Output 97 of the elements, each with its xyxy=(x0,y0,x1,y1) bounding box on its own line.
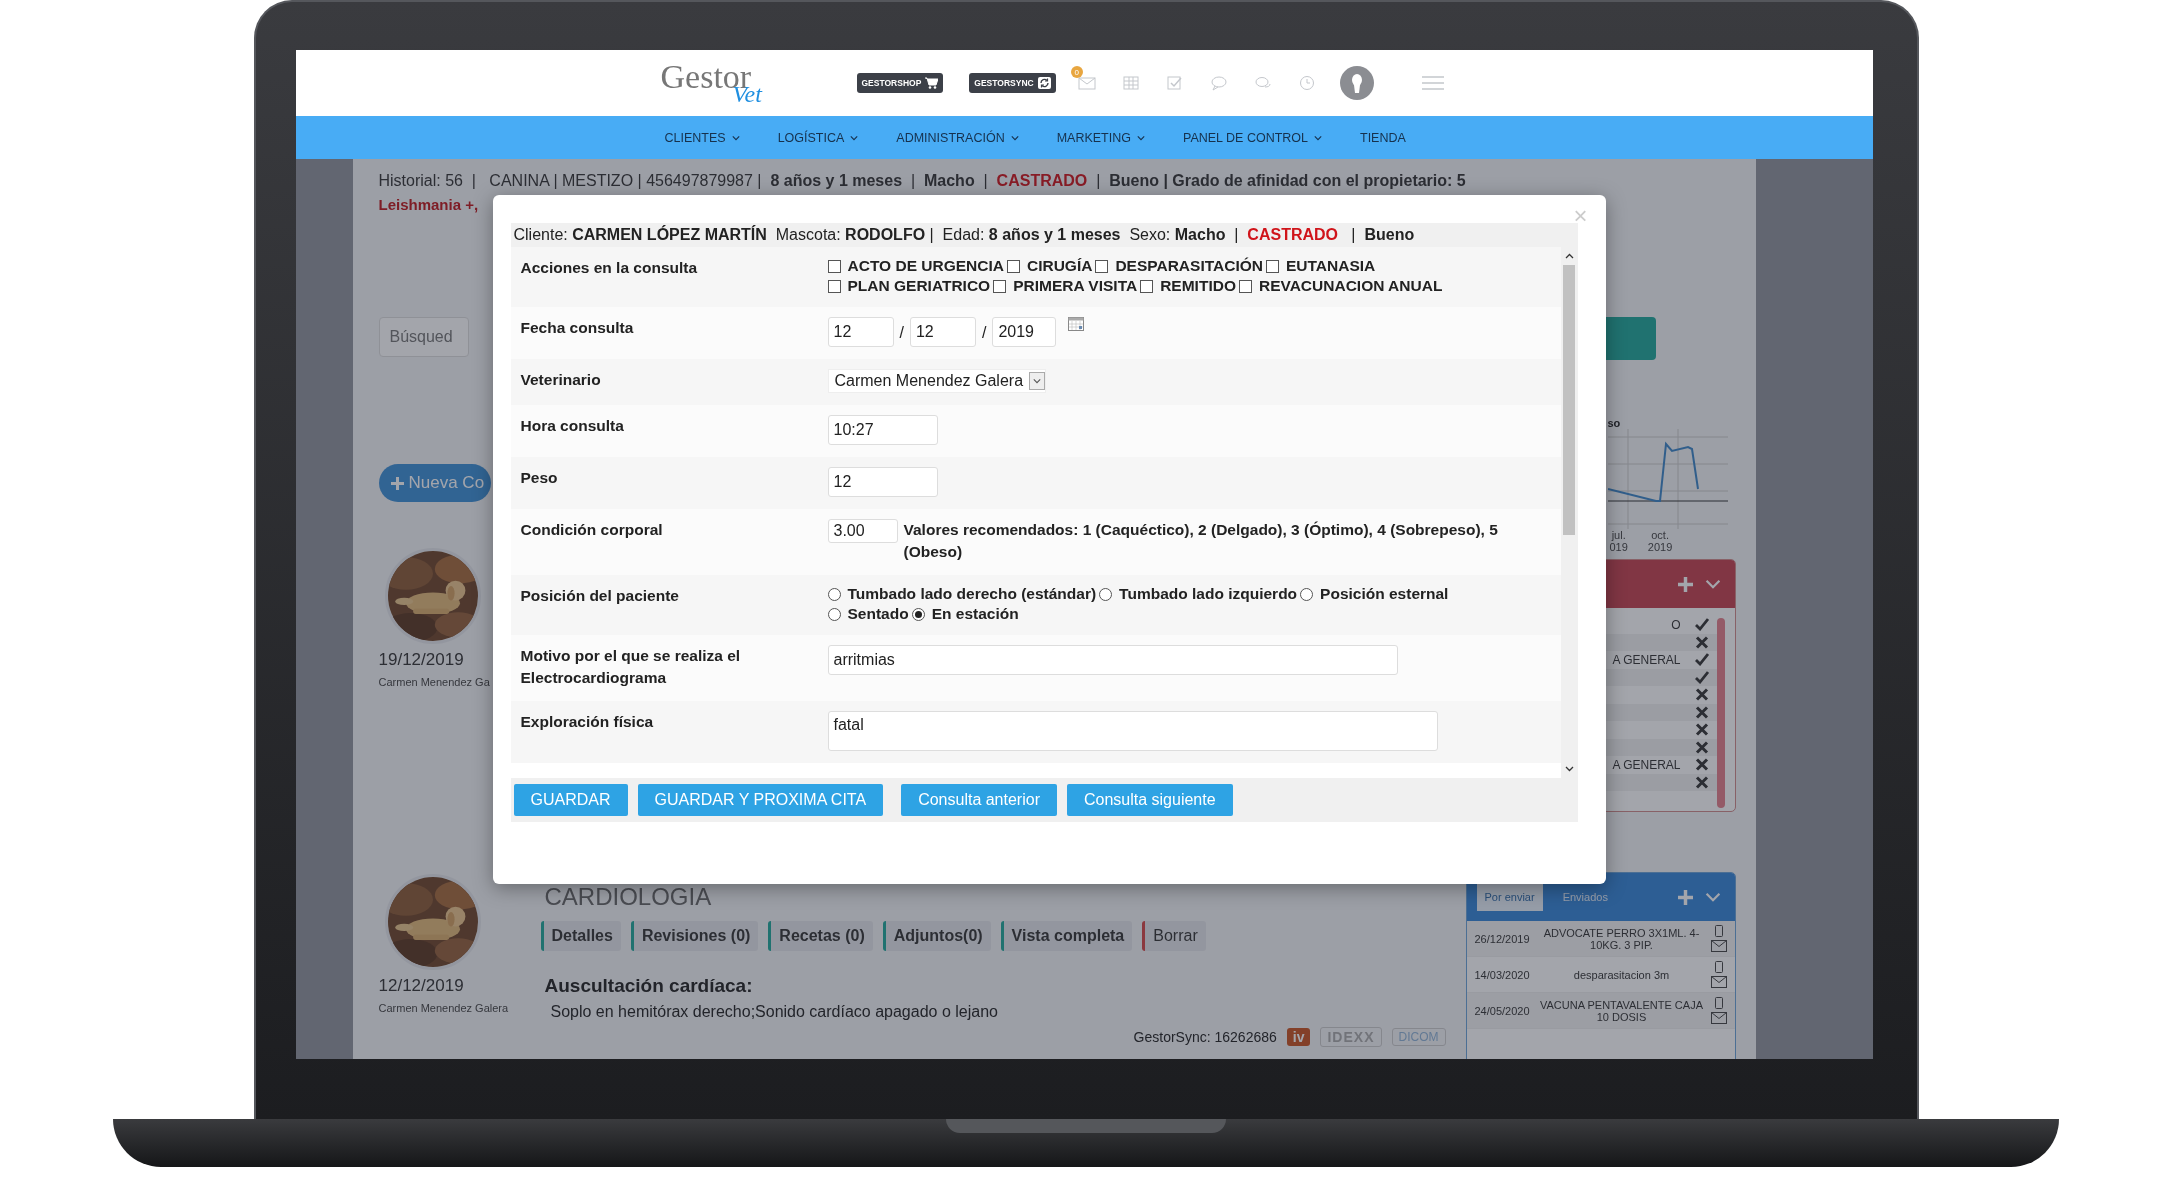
reminder-date: 26/12/2019 xyxy=(1474,932,1531,945)
axis-label: 019 xyxy=(1609,541,1628,553)
plus-icon[interactable] xyxy=(1677,576,1693,592)
reminder-text: ADVOCATE PERRO 3X1ML. 4-10KG. 3 PIP. xyxy=(1542,926,1701,951)
field-label: Motivo por el que se realiza el Electrocardiograma xyxy=(520,647,741,686)
field-label: Peso xyxy=(520,469,558,486)
calendar-icon[interactable] xyxy=(1068,317,1085,331)
scroll-up-icon[interactable] xyxy=(1564,253,1574,259)
plus-icon xyxy=(390,476,404,490)
checkbox[interactable]: REVACUNACION ANUAL xyxy=(1238,277,1443,295)
veterinarian-select[interactable]: Carmen Menendez Galera xyxy=(827,369,1047,393)
checkbox[interactable]: DESPARASITACIÓN xyxy=(1095,257,1263,275)
text-area[interactable]: fatal xyxy=(827,711,1438,751)
input-field[interactable]: arritmias xyxy=(827,645,1398,675)
shop-button[interactable]: GESTORSHOP xyxy=(856,73,944,93)
month-field[interactable]: 12 xyxy=(909,317,976,347)
search-field[interactable]: Búsqued xyxy=(378,317,469,357)
input-field[interactable]: 12 xyxy=(827,467,938,497)
consultation-tab[interactable]: Vista completa xyxy=(1000,921,1133,951)
task-text: A GENERAL xyxy=(1612,757,1681,772)
reminder-date: 24/05/2020 xyxy=(1474,1004,1531,1017)
section-title: Auscultación cardíaca: xyxy=(544,975,753,997)
day-field[interactable]: 12 xyxy=(827,317,894,347)
consultation-date: 19/12/2019 xyxy=(378,650,464,670)
logo[interactable]: GestorVet xyxy=(660,60,771,106)
input-field[interactable]: 10:27 xyxy=(827,415,938,445)
scrollbar[interactable] xyxy=(1716,618,1725,808)
field-label: Acciones en la consulta xyxy=(520,259,698,276)
notification-badge: 0 xyxy=(1070,66,1083,78)
chevron-down-icon xyxy=(1704,892,1721,902)
veterinarian-name: Carmen Menendez Galera xyxy=(378,1002,509,1014)
chevron-down-icon xyxy=(1033,378,1042,384)
cart-icon xyxy=(925,77,939,89)
radio-button[interactable]: En estación xyxy=(911,605,1019,623)
consultation-title: CARDIOLOGIA xyxy=(544,883,712,911)
nav-menu-item[interactable]: CLIENTES xyxy=(664,130,740,145)
envelope-icon[interactable] xyxy=(1710,1012,1727,1024)
user-avatar-icon[interactable] xyxy=(1339,66,1374,100)
checkbox[interactable]: REMITIDO xyxy=(1140,277,1236,295)
field-label: Exploración física xyxy=(520,713,654,730)
nav-menu-item[interactable]: TIENDA xyxy=(1360,130,1406,145)
checkbox[interactable]: ACTO DE URGENCIA xyxy=(827,257,1004,275)
field-label: Posición del paciente xyxy=(520,587,679,604)
phone-icon[interactable] xyxy=(1714,961,1723,973)
date-separator: / xyxy=(981,322,987,342)
consultation-tab[interactable]: Recetas (0) xyxy=(768,921,873,951)
axis-label: 2019 xyxy=(1647,541,1673,553)
radio-button[interactable]: Tumbado lado derecho (estándar) xyxy=(827,585,1097,603)
consultation-date: 12/12/2019 xyxy=(378,976,464,996)
envelope-icon[interactable] xyxy=(1710,976,1727,988)
radio-button[interactable]: Sentado xyxy=(827,605,909,623)
veterinarian-name: Carmen Menendez Ga xyxy=(378,676,490,688)
envelope-icon[interactable] xyxy=(1710,940,1727,952)
envelope-icon[interactable] xyxy=(1077,74,1096,92)
sync-icon xyxy=(1037,77,1051,89)
consultation-tab[interactable]: Adjuntos(0) xyxy=(882,921,991,951)
chart-title: so xyxy=(1607,417,1621,429)
alert-text: Leishmania +, xyxy=(378,195,479,215)
date-separator: / xyxy=(899,322,904,342)
nav-menu-item[interactable]: PANEL DE CONTROL xyxy=(1183,130,1322,145)
recommended-values-note: Valores recomendados: 1 (Caquéctico), 2 (Delgado), 3 (Óptimo), 4 (Sobrepeso), 5 (Obeso) xyxy=(903,520,1499,562)
sync-id: GestorSync: 16262686 xyxy=(1133,1029,1277,1045)
nav-menu-item[interactable]: MARKETING xyxy=(1056,130,1145,145)
axis-label: jul. xyxy=(1610,529,1627,541)
chevron-down-icon xyxy=(1704,579,1721,589)
action-button[interactable] xyxy=(1605,317,1656,360)
phone-icon[interactable] xyxy=(1714,997,1723,1009)
checkbox-icon[interactable] xyxy=(1165,74,1184,92)
checkbox[interactable]: PLAN GERIATRICO xyxy=(827,277,991,295)
field-label: Veterinario xyxy=(520,371,601,388)
radio-button[interactable]: Posición esternal xyxy=(1300,585,1449,603)
patient-summary: Historial: 56 | CANINA | MESTIZO | 456497879987 | 8 años y 1 meses | Macho | CASTRADO | Bueno | Grado de afinidad con el propietario: 5 xyxy=(378,172,1466,189)
checkbox[interactable]: EUTANASIA xyxy=(1265,257,1376,275)
phone-icon[interactable] xyxy=(1714,925,1723,937)
section-text: Soplo en hemitórax derecho;Sonido cardíaco apagado o lejano xyxy=(550,1003,998,1021)
plus-icon[interactable] xyxy=(1677,889,1693,905)
sync-button[interactable]: GESTORSYNC xyxy=(969,73,1056,93)
input-field[interactable]: 3.00 xyxy=(827,519,898,543)
nav-menu-item[interactable]: ADMINISTRACIÓN xyxy=(896,130,1019,145)
reminder-text: VACUNA PENTAVALENTE CAJA 10 DOSIS xyxy=(1539,998,1704,1023)
reminder-text: desparasitacion 3m xyxy=(1572,968,1671,981)
scroll-down-icon[interactable] xyxy=(1564,766,1574,772)
task-text: A GENERAL xyxy=(1612,652,1681,667)
consultation-tab[interactable]: Detalles xyxy=(540,921,621,951)
radio-button[interactable]: Tumbado lado izquierdo xyxy=(1099,585,1298,603)
task-text: O xyxy=(1671,617,1681,632)
client-summary: Cliente: CARMEN LÓPEZ MARTÍN Mascota: RODOLFO | Edad: 8 años y 1 meses Sexo: Macho | CASTRADO | Bueno xyxy=(510,223,1578,247)
nav-menu-item[interactable]: LOGÍSTICA xyxy=(777,130,859,145)
field-label: Fecha consulta xyxy=(520,319,634,336)
consultation-tab[interactable]: Revisiones (0) xyxy=(630,921,759,951)
field-label: Hora consulta xyxy=(520,417,624,434)
field-label: Condición corporal xyxy=(520,521,663,538)
reminder-date: 14/03/2020 xyxy=(1474,968,1531,981)
year-field[interactable]: 2019 xyxy=(992,317,1057,347)
axis-label: oct. xyxy=(1650,529,1670,541)
checkbox[interactable]: CIRUGÍA xyxy=(1006,257,1093,275)
checkbox[interactable]: PRIMERA VISITA xyxy=(993,277,1138,295)
